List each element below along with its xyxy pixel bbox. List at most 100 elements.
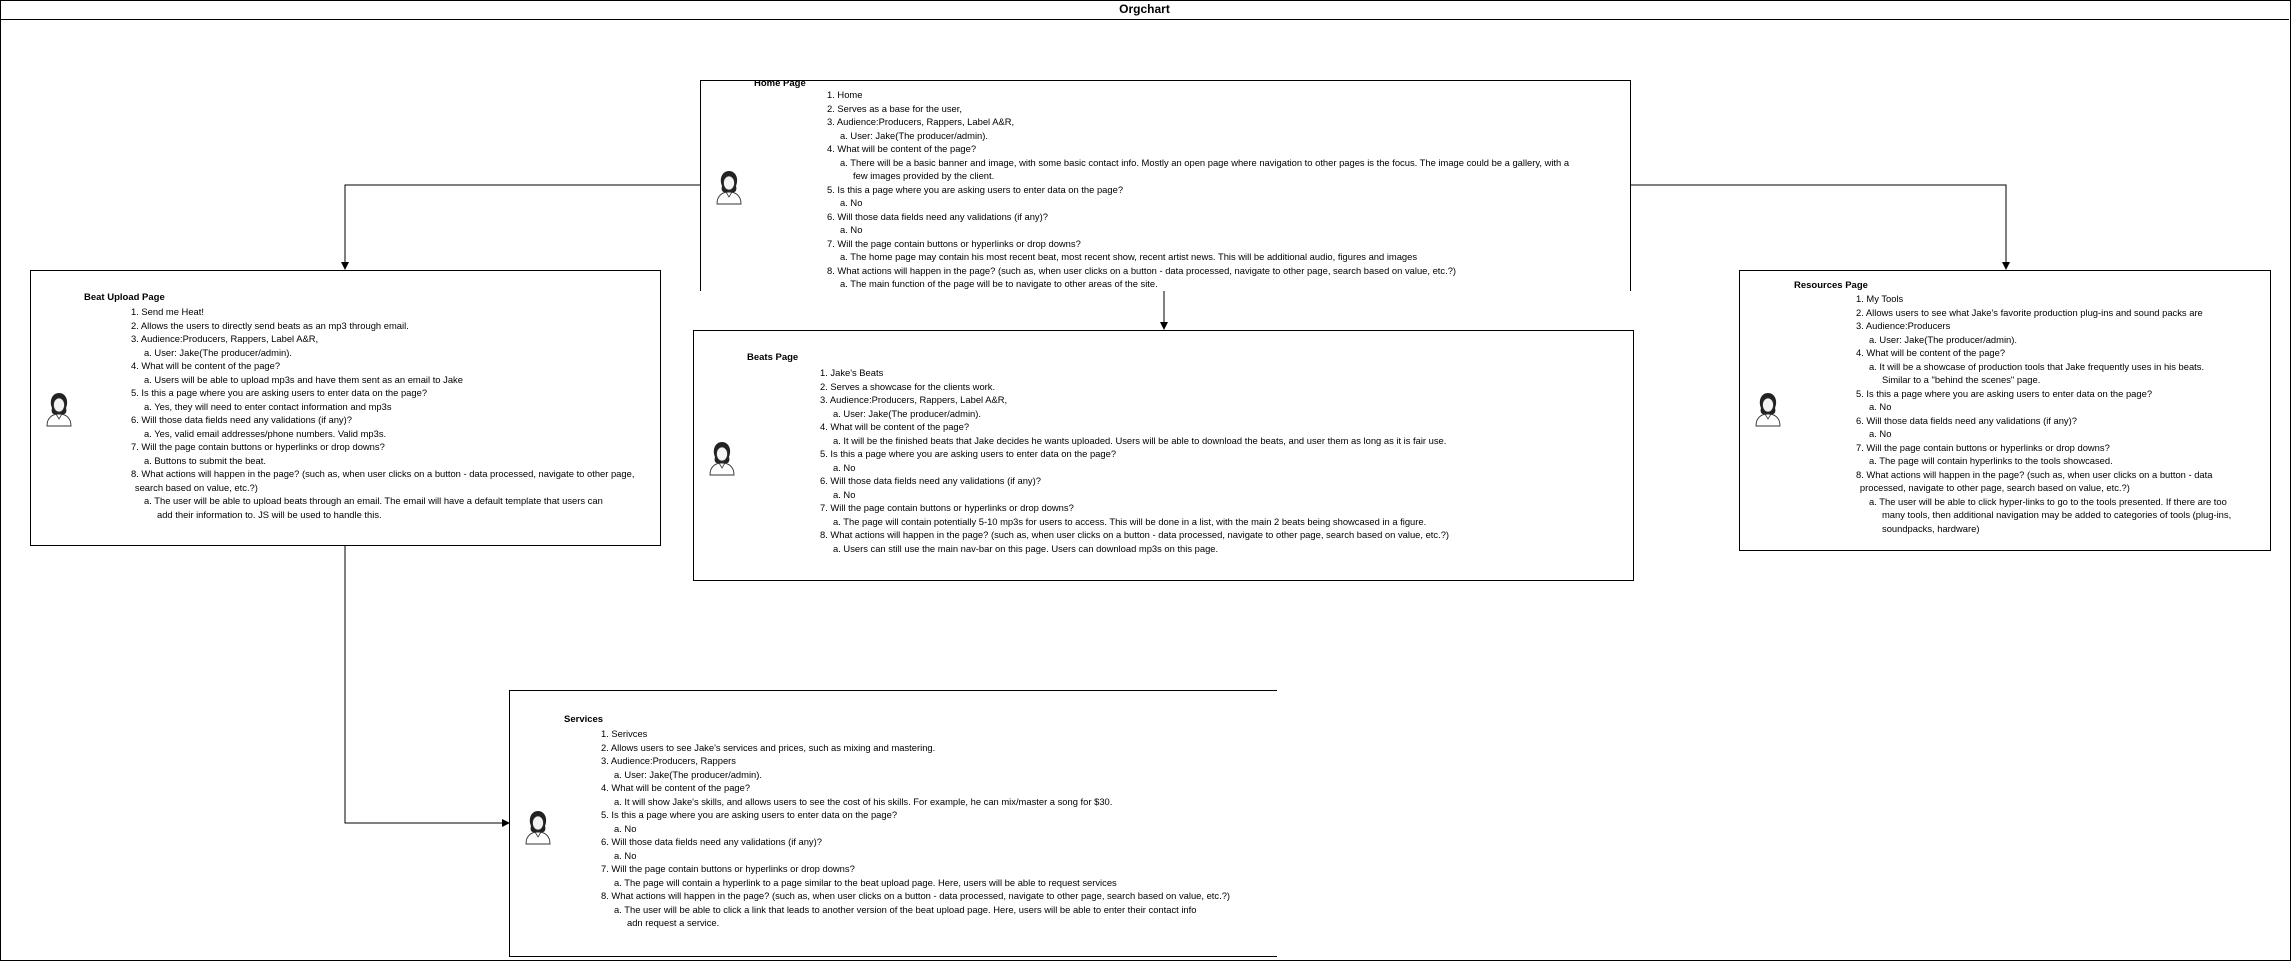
node-text-line: a. The page will contain a hyperlink to … [614,876,1117,888]
node-text-line: a. Users can still use the main nav-bar … [833,542,1219,554]
node-services: Services 1. Serivces 2. Allows users to s… [509,690,1277,957]
node-text-line: processed, navigate to other page, searc… [1859,482,2130,493]
node-body: 1. Jake's Beats 2. Serves a showcase for … [820,366,1449,555]
node-text-line: a. It will be a showcase of production t… [1869,360,2205,372]
node-text-line: a. User: Jake(The producer/admin). [1869,333,2017,345]
node-body: 1. Serivces 2. Allows users to see Jake's… [601,727,1230,930]
node-text-line: a. The user will be able to click a link… [614,903,1197,915]
connector-beat-upload-to-services [344,546,510,827]
node-text-line: soundpacks, hardware) [1882,522,1980,534]
node-text-line: 3. Audience:Producers, Rappers, Label A&… [820,394,1008,405]
node-title: Beat Upload Page [84,292,165,303]
node-title: Services [564,714,604,725]
node-text-line: 5. Is this a page where you are asking u… [827,183,1124,195]
node-text-line: 5. Is this a page where you are asking u… [820,448,1117,459]
node-text-line: a. User: Jake(The producer/admin). [833,407,981,419]
node-text-line: a. Yes, valid email addresses/phone numb… [144,427,387,439]
node-text-line: 3. Audience:Producers, Rappers, Label A&… [827,116,1015,127]
node-title: Resources Page [1794,280,1868,291]
node-text-line: Similar to a "behind the scenes" page. [1882,374,2041,385]
node-text-line: 8. What actions will happen in the page?… [1856,468,2213,480]
node-text-line: a. No [833,488,856,500]
node-text-line: a. Buttons to submit the beat. [144,454,266,466]
node-text-line: 7. Will the page contain buttons or hype… [827,237,1081,249]
node-text-line: 7. Will the page contain buttons or hype… [820,502,1074,513]
node-beat-upload-page: Beat Upload Page 1. Send me Heat! 2. Allo… [30,270,661,546]
user-avatar-icon [707,440,737,476]
node-text-line: 8. What actions will happen in the page?… [820,529,1450,540]
node-text-line: a. The page will contain hyperlinks to t… [1869,455,2113,466]
node-text-line: a. It will show Jake's skills, and allow… [614,795,1113,807]
node-text-line: 6. Will those data fields need any valid… [820,475,1041,486]
node-text-line: a. The user will be able to upload beats… [144,495,603,506]
node-title: Home Page [754,80,806,89]
node-text-line: 4. What will be content of the page? [820,421,970,432]
node-text-line: 1. Home [827,89,863,100]
node-text-line: a. User: Jake(The producer/admin). [840,129,988,141]
node-text-line: 5. Is this a page where you are asking u… [131,387,428,398]
node-text-line: a. No [614,822,637,834]
node-text-line: 5. Is this a page where you are asking u… [1856,387,2153,399]
node-text-line: a. No [614,849,637,861]
node-text-line: 7. Will the page contain buttons or hype… [1856,441,2110,453]
node-text-line: 8. What actions will happen in the page?… [601,890,1231,901]
user-avatar-icon [523,809,553,845]
node-text-line: 6. Will those data fields need any valid… [601,836,822,847]
node-text-line: 6. Will those data fields need any valid… [131,414,352,425]
connector-home-to-resources [1630,184,2010,270]
node-text-line: 8. What actions will happen in the page?… [131,468,635,479]
node-text-line: 6. Will those data fields need any valid… [827,210,1048,222]
node-body: 1. Send me Heat! 2. Allows the users to d… [131,305,634,521]
node-text-line: 4. What will be content of the page? [131,360,281,371]
node-body: 1. My Tools 2. Allows users to see what J… [1856,292,2231,535]
node-text-line: 2. Allows users to see what Jake's favor… [1856,306,2203,318]
node-text-line: 4. What will be content of the page? [827,143,977,154]
node-text-line: 4. What will be content of the page? [601,782,751,793]
node-title: Beats Page [747,352,799,363]
node-text-line: 3. Audience:Producers, Rappers [601,755,736,766]
user-avatar-icon [1753,391,1783,427]
node-text-line: few images provided by the client. [853,170,995,181]
node-text-line: 7. Will the page contain buttons or hype… [131,441,385,452]
node-text-line: a. The main function of the page will be… [840,278,1158,289]
node-text-line: many tools, then additional navigation m… [1882,509,2232,520]
node-text-line: 5. Is this a page where you are asking u… [601,809,898,820]
node-text-line: 3. Audience:Producers, Rappers, Label A&… [131,333,319,344]
node-home-page: Home Page 1. Home 2. Serves as a base for… [700,80,1631,291]
connector-home-to-beat-upload [341,184,700,270]
node-text-line: a. No [840,224,863,235]
node-text-line: a. No [1869,401,1892,412]
node-text-line: a. User: Jake(The producer/admin). [614,768,762,780]
node-text-line: a. It will be the finished beats that Ja… [833,434,1447,446]
node-text-line: 3. Audience:Producers [1856,320,1951,331]
node-text-line: 2. Serves a showcase for the clients wor… [820,380,996,392]
node-text-line: a. There will be a basic banner and imag… [840,156,1570,168]
node-text-line: a. No [840,197,863,208]
user-avatar-icon [44,391,74,427]
node-text-line: 1. Jake's Beats [820,367,884,378]
node-text-line: 6. Will those data fields need any valid… [1856,414,2077,426]
node-text-line: a. No [833,461,856,473]
node-text-line: 2. Serves as a base for the user, [827,102,962,114]
node-text-line: 1. My Tools [1856,293,1904,304]
node-text-line: a. The page will contain potentially 5-1… [833,515,1427,527]
node-text-line: a. The user will be able to click hyper-… [1869,495,2227,507]
node-text-line: 4. What will be content of the page? [1856,347,2006,358]
node-text-line: 7. Will the page contain buttons or hype… [601,863,855,874]
node-text-line: 1. Serivces [601,728,648,739]
node-text-line: adn request a service. [627,917,720,928]
node-text-line: 2. Allows users to see Jake's services a… [601,741,936,753]
node-text-line: a. The home page may contain his most re… [840,251,1418,262]
node-text-line: a. Yes, they will need to enter contact … [144,400,392,412]
node-text-line: a. Users will be able to upload mp3s and… [144,373,463,385]
node-text-line: 8. What actions will happen in the page?… [827,264,1457,276]
node-text-line: a. No [1869,428,1892,439]
node-beats-page: Beats Page 1. Jake's Beats 2. Serves a sh… [693,330,1634,581]
node-resources-page: Resources Page 1. My Tools 2. Allows user… [1739,270,2271,551]
user-avatar-icon [714,169,744,205]
node-text-line: add their information to. JS will be use… [157,508,382,520]
node-text-line: search based on value, etc.?) [134,481,258,493]
node-text-line: 2. Allows the users to directly send bea… [131,319,409,331]
node-text-line: a. User: Jake(The producer/admin). [144,346,292,358]
node-text-line: 1. Send me Heat! [131,306,204,317]
